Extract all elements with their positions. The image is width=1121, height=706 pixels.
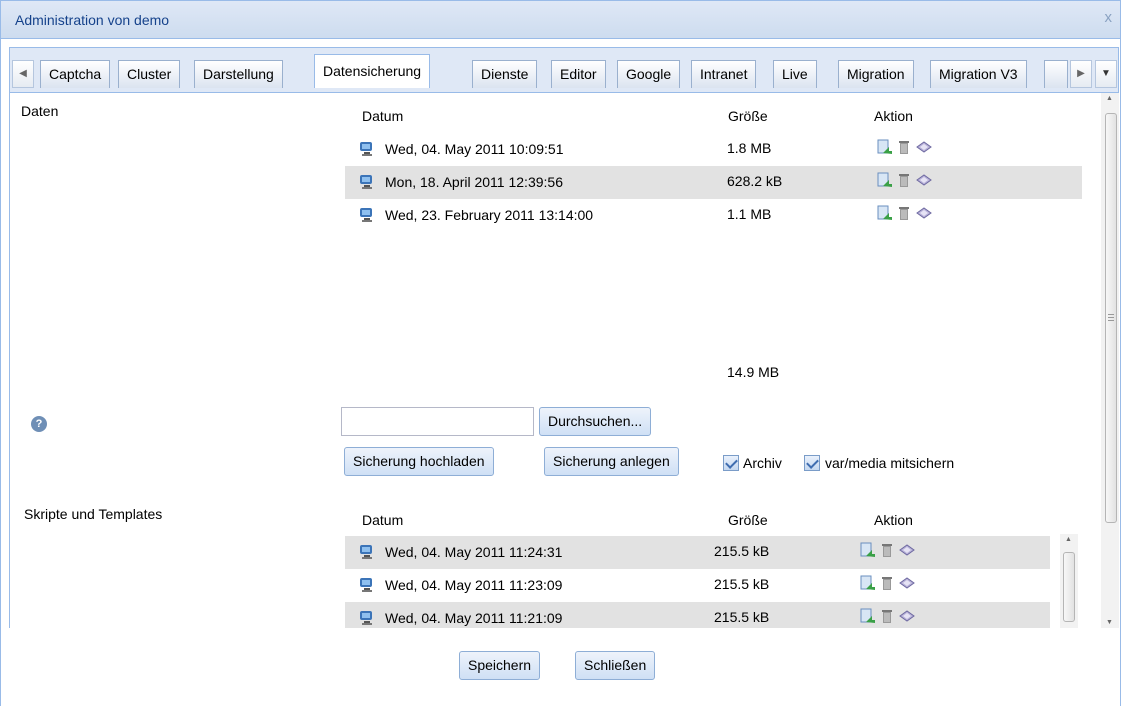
trash-icon[interactable] — [895, 171, 913, 189]
browse-button[interactable]: Durchsuchen... — [539, 407, 652, 436]
row-date: Wed, 23. February 2011 13:14:00 — [385, 207, 594, 223]
computer-icon — [360, 578, 372, 592]
tab-cluster[interactable]: Cluster — [118, 60, 181, 88]
install-icon[interactable] — [898, 541, 916, 559]
tab-darstellung[interactable]: Darstellung — [194, 60, 283, 88]
save-button[interactable]: Speichern — [459, 651, 541, 680]
computer-icon — [360, 208, 372, 222]
help-icon[interactable]: ? — [31, 416, 47, 432]
restore-icon[interactable] — [858, 541, 876, 559]
table-row[interactable]: Mon, 18. April 2011 12:39:56 628.2 kB — [345, 166, 1082, 199]
media-checkbox[interactable] — [804, 455, 820, 471]
trash-icon[interactable] — [878, 541, 896, 559]
restore-icon[interactable] — [875, 171, 893, 189]
tab-editor[interactable]: Editor — [551, 60, 606, 88]
tab-menu-icon[interactable]: ▼ — [1095, 60, 1117, 88]
table-row[interactable]: Wed, 04. May 2011 10:09:51 1.8 MB — [345, 133, 1082, 166]
daten-col-action: Aktion — [874, 108, 913, 124]
create-backup-button[interactable]: Sicherung anlegen — [544, 447, 679, 476]
table-row[interactable]: Wed, 04. May 2011 11:23:09 215.5 kB — [345, 569, 1050, 602]
install-icon[interactable] — [898, 607, 916, 625]
admin-window: Administration von demo x ◀ Captcha Clus… — [0, 0, 1121, 706]
archive-checkbox[interactable] — [723, 455, 739, 471]
window-title: Administration von demo — [15, 12, 170, 28]
trash-icon[interactable] — [878, 574, 896, 592]
file-path-input[interactable] — [341, 407, 534, 436]
title-bar[interactable]: Administration von demo x — [1, 1, 1120, 39]
tab-live[interactable]: Live — [773, 60, 817, 88]
tab-datensicherung[interactable]: Datensicherung — [314, 54, 431, 88]
row-size: 215.5 kB — [714, 609, 770, 625]
install-icon[interactable] — [898, 574, 916, 592]
media-label: var/media mitsichern — [825, 455, 955, 471]
install-icon[interactable] — [915, 138, 933, 156]
scroll-up-icon[interactable]: ▲ — [1065, 536, 1072, 543]
row-size: 215.5 kB — [714, 576, 770, 592]
computer-icon — [360, 545, 372, 559]
daten-label: Daten — [21, 103, 59, 119]
skripte-col-size[interactable]: Größe — [728, 512, 768, 528]
table-row[interactable]: Wed, 04. May 2011 11:21:09 215.5 kB — [345, 602, 1050, 628]
upload-backup-button[interactable]: Sicherung hochladen — [344, 447, 494, 476]
restore-icon[interactable] — [875, 138, 893, 156]
skripte-list: Wed, 04. May 2011 11:24:31 215.5 kB Wed,… — [345, 536, 1050, 628]
daten-list: Wed, 04. May 2011 10:09:51 1.8 MB Mon, 1… — [345, 133, 1082, 355]
tab-migration-v3[interactable]: Migration V3 — [930, 60, 1027, 88]
restore-icon[interactable] — [858, 574, 876, 592]
content-scrollbar[interactable]: ▲ ▼ — [1101, 93, 1119, 628]
skripte-col-action: Aktion — [874, 512, 913, 528]
row-size: 1.8 MB — [727, 140, 772, 156]
row-size: 215.5 kB — [714, 543, 770, 559]
table-row[interactable]: Wed, 23. February 2011 13:14:00 1.1 MB — [345, 199, 1082, 232]
tab-overflow[interactable] — [1044, 60, 1068, 88]
row-size: 628.2 kB — [727, 173, 783, 189]
daten-total: 14.9 MB — [727, 364, 780, 380]
trash-icon[interactable] — [878, 607, 896, 625]
row-date: Wed, 04. May 2011 11:23:09 — [385, 577, 563, 593]
row-size: 1.1 MB — [727, 206, 772, 222]
scroll-thumb[interactable] — [1105, 113, 1117, 523]
scroll-down-icon[interactable]: ▼ — [1106, 619, 1113, 626]
skripte-col-date[interactable]: Datum — [362, 512, 403, 528]
tab-scroll-right-icon[interactable]: ▶ — [1070, 60, 1092, 88]
computer-icon — [360, 142, 372, 156]
tab-dienste[interactable]: Dienste — [472, 60, 538, 88]
daten-col-size[interactable]: Größe — [728, 108, 768, 124]
row-date: Wed, 04. May 2011 10:09:51 — [385, 141, 564, 157]
scroll-up-icon[interactable]: ▲ — [1106, 95, 1113, 102]
row-date: Mon, 18. April 2011 12:39:56 — [385, 174, 563, 190]
archive-label: Archiv — [743, 455, 782, 471]
tab-content: Daten Datum Größe Aktion Wed, 04. May 20… — [9, 93, 1112, 628]
skripte-scrollbar[interactable]: ▲ — [1060, 534, 1078, 628]
skripte-label: Skripte und Templates — [24, 506, 163, 522]
trash-icon[interactable] — [895, 204, 913, 222]
trash-icon[interactable] — [895, 138, 913, 156]
tab-captcha[interactable]: Captcha — [40, 60, 111, 88]
tab-google[interactable]: Google — [617, 60, 681, 88]
row-date: Wed, 04. May 2011 11:24:31 — [385, 544, 563, 560]
install-icon[interactable] — [915, 171, 933, 189]
dialog-footer: Speichern Schließen — [1, 628, 1120, 706]
restore-icon[interactable] — [858, 607, 876, 625]
daten-col-date[interactable]: Datum — [362, 108, 403, 124]
close-icon[interactable]: x — [1105, 9, 1113, 26]
tab-migration[interactable]: Migration — [838, 60, 914, 88]
tab-strip: ◀ Captcha Cluster Darstellung Datensiche… — [9, 47, 1119, 93]
close-button[interactable]: Schließen — [575, 651, 656, 680]
restore-icon[interactable] — [875, 204, 893, 222]
computer-icon — [360, 611, 372, 625]
tab-intranet[interactable]: Intranet — [691, 60, 757, 88]
row-date: Wed, 04. May 2011 11:21:09 — [385, 610, 563, 626]
tab-scroll-left-icon[interactable]: ◀ — [12, 60, 34, 88]
table-row[interactable]: Wed, 04. May 2011 11:24:31 215.5 kB — [345, 536, 1050, 569]
computer-icon — [360, 175, 372, 189]
scroll-thumb[interactable] — [1063, 552, 1075, 622]
install-icon[interactable] — [915, 204, 933, 222]
